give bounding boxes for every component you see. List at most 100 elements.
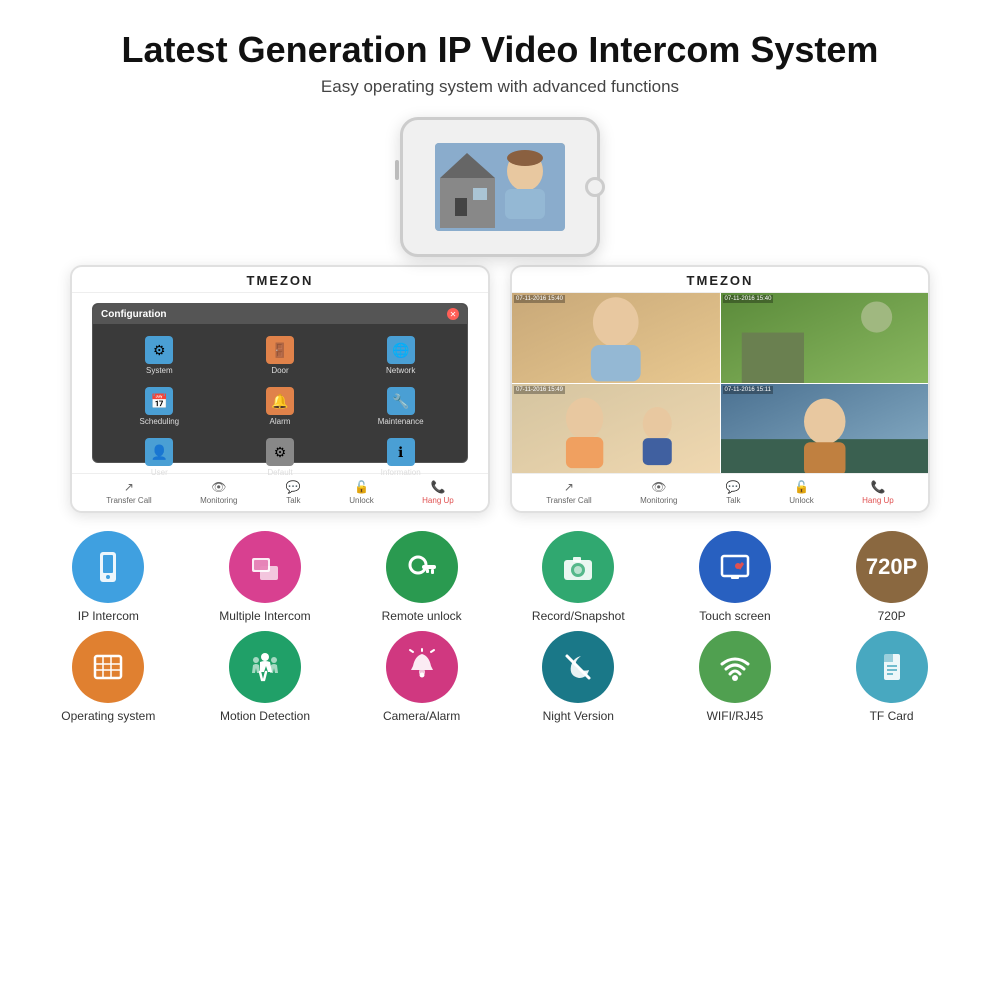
os-icon xyxy=(72,631,144,703)
feature-camera-alarm: Camera/Alarm xyxy=(357,631,487,723)
720p-icon: 720P xyxy=(856,531,928,603)
720p-text: 720P xyxy=(866,554,917,580)
os-svg-icon xyxy=(89,648,127,686)
multi-intercom-label: Multiple Intercom xyxy=(219,609,310,623)
unlock-label-right: Unlock xyxy=(789,496,813,505)
phone-device xyxy=(400,117,600,257)
btn-monitoring-right[interactable]: 👁 Monitoring xyxy=(640,480,677,505)
subtitle: Easy operating system with advanced func… xyxy=(20,77,980,97)
features-section: IP Intercom Multiple Intercom xyxy=(0,527,1000,723)
config-title: Configuration xyxy=(101,309,167,320)
config-door: 🚪 Door xyxy=(222,332,339,379)
feature-motion-detection: Motion Detection xyxy=(200,631,330,723)
feature-tf-card: TF Card xyxy=(827,631,957,723)
alarm-svg-icon xyxy=(403,648,441,686)
system-label: System xyxy=(146,366,173,375)
transfer-icon-right: ↗ xyxy=(564,480,574,494)
feature-720p: 720P 720P xyxy=(827,531,957,623)
talk-label-left: Talk xyxy=(286,496,300,505)
key-svg-icon xyxy=(403,548,441,586)
cam-timestamp-1: 07-11-2016 15:40 xyxy=(514,295,565,303)
config-default: ⚙ Default xyxy=(222,434,339,481)
phone-screen-content xyxy=(435,143,565,231)
monitor-cameras: TMEZON 07-11-2016 15:40 07-11-2016 15:40 xyxy=(510,265,930,513)
feature-record-snapshot: Record/Snapshot xyxy=(513,531,643,623)
config-info: ℹ Information xyxy=(342,434,459,481)
phone-svg-icon xyxy=(89,548,127,586)
feature-ip-intercom: IP Intercom xyxy=(43,531,173,623)
brand-right: TMEZON xyxy=(687,273,754,288)
phone-screen-svg xyxy=(435,143,565,231)
monitoring-label-left: Monitoring xyxy=(200,496,237,505)
unlock-label-left: Unlock xyxy=(349,496,373,505)
feature-os: Operating system xyxy=(43,631,173,723)
monitor-config: TMEZON Configuration ✕ ⚙ System 🚪 Door xyxy=(70,265,490,513)
scheduling-icon: 📅 xyxy=(145,387,173,415)
feature-night-version: Night Version xyxy=(513,631,643,723)
camera-grid: 07-11-2016 15:40 07-11-2016 15:40 xyxy=(512,293,928,473)
camera-alarm-icon xyxy=(386,631,458,703)
header-section: Latest Generation IP Video Intercom Syst… xyxy=(0,0,1000,107)
features-row-1: IP Intercom Multiple Intercom xyxy=(20,531,980,623)
main-title: Latest Generation IP Video Intercom Syst… xyxy=(20,28,980,71)
config-grid: ⚙ System 🚪 Door 🌐 Network 📅 Scheduling xyxy=(93,324,467,489)
hangup-icon-right: 📞 xyxy=(870,480,885,494)
scheduling-label: Scheduling xyxy=(140,417,180,426)
monitor-screen-left: Configuration ✕ ⚙ System 🚪 Door 🌐 Networ… xyxy=(72,293,488,473)
default-label: Default xyxy=(267,468,292,477)
config-scheduling: 📅 Scheduling xyxy=(101,383,218,430)
transfer-label-right: Transfer Call xyxy=(546,496,592,505)
system-icon: ⚙ xyxy=(145,336,173,364)
cam-cell-4: 07-11-2016 15:11 xyxy=(721,384,929,474)
info-label: Information xyxy=(381,468,421,477)
wifi-label: WIFI/RJ45 xyxy=(707,709,764,723)
cam-cell-2: 07-11-2016 15:40 xyxy=(721,293,929,383)
btn-transfer-right[interactable]: ↗ Transfer Call xyxy=(546,480,592,505)
feature-multi-intercom: Multiple Intercom xyxy=(200,531,330,623)
cam-cell-1: 07-11-2016 15:40 xyxy=(512,293,720,383)
config-maintenance: 🔧 Maintenance xyxy=(342,383,459,430)
config-dialog: Configuration ✕ ⚙ System 🚪 Door 🌐 Networ… xyxy=(92,303,468,463)
720p-label: 720P xyxy=(878,609,906,623)
cam-timestamp-4: 07-11-2016 15:11 xyxy=(723,386,773,394)
btn-hangup-right[interactable]: 📞 Hang Up xyxy=(862,480,894,505)
transfer-label-left: Transfer Call xyxy=(106,496,152,505)
config-alarm: 🔔 Alarm xyxy=(222,383,339,430)
record-snapshot-label: Record/Snapshot xyxy=(532,609,625,623)
door-label: Door xyxy=(271,366,288,375)
feature-remote-unlock: Remote unlock xyxy=(357,531,487,623)
config-system: ⚙ System xyxy=(101,332,218,379)
ip-intercom-label: IP Intercom xyxy=(78,609,139,623)
cam-timestamp-2: 07-11-2016 15:40 xyxy=(723,295,774,303)
config-network: 🌐 Network xyxy=(342,332,459,379)
ip-intercom-icon xyxy=(72,531,144,603)
monitoring-label-right: Monitoring xyxy=(640,496,677,505)
network-icon: 🌐 xyxy=(387,336,415,364)
wifi-icon xyxy=(699,631,771,703)
monitor-top-right: TMEZON xyxy=(512,267,928,293)
hangup-label-left: Hang Up xyxy=(422,496,454,505)
touch-screen-label: Touch screen xyxy=(699,609,770,623)
multi-screen-svg xyxy=(246,548,284,586)
remote-unlock-icon xyxy=(386,531,458,603)
config-title-bar: Configuration ✕ xyxy=(93,304,467,324)
talk-label-right: Talk xyxy=(726,496,740,505)
night-svg-icon xyxy=(559,648,597,686)
night-version-icon xyxy=(542,631,614,703)
user-icon: 👤 xyxy=(145,438,173,466)
info-icon: ℹ xyxy=(387,438,415,466)
btn-unlock-right[interactable]: 🔓 Unlock xyxy=(789,480,813,505)
config-close-button[interactable]: ✕ xyxy=(447,308,459,320)
camera-svg-icon xyxy=(559,548,597,586)
default-icon: ⚙ xyxy=(266,438,294,466)
feature-wifi: WIFI/RJ45 xyxy=(670,631,800,723)
feature-touch-screen: Touch screen xyxy=(670,531,800,623)
phone-screen xyxy=(435,143,565,231)
user-label: User xyxy=(151,468,168,477)
btn-talk-right[interactable]: 💬 Talk xyxy=(726,480,741,505)
unlock-icon-right: 🔓 xyxy=(794,480,809,494)
monitor-bottom-right: ↗ Transfer Call 👁 Monitoring 💬 Talk 🔓 Un… xyxy=(512,473,928,511)
cam-timestamp-3: 07-11-2016 15:49 xyxy=(514,386,565,394)
remote-unlock-label: Remote unlock xyxy=(382,609,462,623)
wifi-svg-icon xyxy=(716,648,754,686)
